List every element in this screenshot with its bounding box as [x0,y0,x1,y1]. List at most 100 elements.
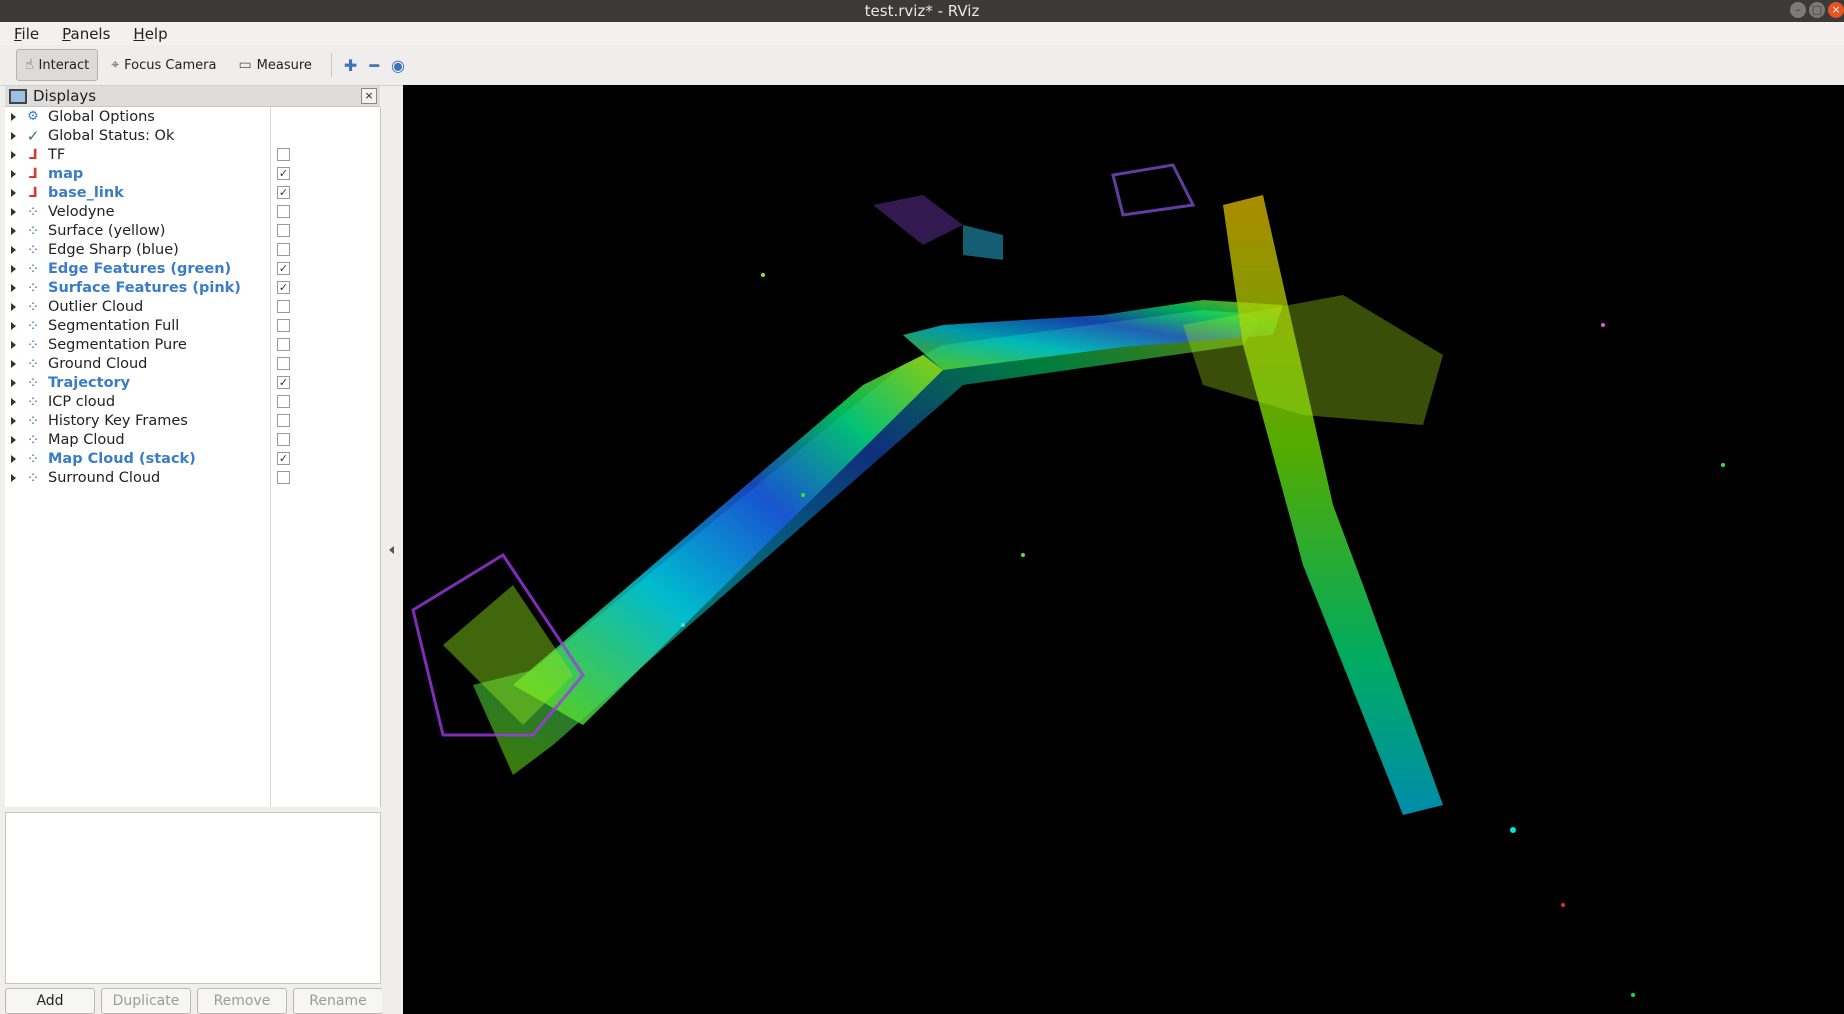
display-item[interactable]: ⁘ Trajectory ✓ [5,373,380,392]
expand-arrow-icon[interactable] [11,378,16,387]
expand-arrow-icon[interactable] [11,302,16,311]
monitor-icon [9,88,27,104]
maximize-icon[interactable]: □ [1809,2,1825,18]
expand-arrow-icon[interactable] [11,416,16,425]
hand-icon: ☝ [25,57,34,73]
display-item[interactable]: ⅃ map ✓ [5,164,380,183]
enable-checkbox[interactable]: ✓ [277,262,290,275]
enable-checkbox[interactable] [277,471,290,484]
point-cloud-render [411,163,1725,997]
collapse-arrow-icon[interactable] [389,546,394,554]
display-item[interactable]: ✓ Global Status: Ok [5,126,380,145]
enable-checkbox[interactable] [277,414,290,427]
display-item[interactable]: ⁘ Edge Features (green) ✓ [5,259,380,278]
display-item[interactable]: ⁘ Edge Sharp (blue) [5,240,380,259]
add-tool-icon[interactable]: ✚ [338,56,363,75]
enable-checkbox[interactable]: ✓ [277,452,290,465]
displays-tree: ⚙ Global Options ✓ Global Status: Ok ⅃ TF ⅃ map… [5,107,381,807]
display-item[interactable]: ⁘ Map Cloud (stack) ✓ [5,449,380,468]
expand-arrow-icon[interactable] [11,283,16,292]
remove-button[interactable]: Remove [197,988,287,1014]
duplicate-button[interactable]: Duplicate [101,988,191,1014]
focus-camera-tool-button[interactable]: ⌖ Focus Camera [102,49,225,81]
display-item[interactable]: ⚙ Global Options [5,107,380,126]
display-item[interactable]: ⁘ History Key Frames [5,411,380,430]
pointcloud-icon: ⁘ [26,316,40,335]
display-item-label: Surface (yellow) [48,222,166,239]
display-item-label: map [48,165,84,182]
menu-panels[interactable]: Panels [48,25,119,43]
3d-viewport[interactable] [403,85,1844,1014]
close-icon[interactable]: × [1828,2,1844,18]
crosshair-icon: ⌖ [111,57,120,73]
enable-checkbox[interactable] [277,357,290,370]
panel-splitter[interactable] [382,86,402,1014]
add-button[interactable]: Add [5,988,95,1014]
enable-checkbox[interactable] [277,319,290,332]
menu-file[interactable]: File [0,25,48,43]
axes-icon: ⅃ [28,165,38,182]
enable-checkbox[interactable] [277,433,290,446]
expand-arrow-icon[interactable] [11,112,16,121]
expand-arrow-icon[interactable] [11,131,16,140]
minimize-icon[interactable]: – [1790,2,1806,18]
expand-arrow-icon[interactable] [11,473,16,482]
expand-arrow-icon[interactable] [11,397,16,406]
view-icon[interactable]: ◉ [385,56,411,75]
display-item[interactable]: ⁘ Velodyne [5,202,380,221]
measure-tool-button[interactable]: ▭ Measure [229,49,320,81]
enable-checkbox[interactable]: ✓ [277,167,290,180]
display-item[interactable]: ⁘ Outlier Cloud [5,297,380,316]
pointcloud-icon: ⁘ [26,202,40,221]
display-item[interactable]: ⁘ ICP cloud [5,392,380,411]
pointcloud-icon: ⁘ [26,221,40,240]
display-item[interactable]: ⁘ Surface (yellow) [5,221,380,240]
expand-arrow-icon[interactable] [11,188,16,197]
display-item[interactable]: ⁘ Map Cloud [5,430,380,449]
expand-arrow-icon[interactable] [11,321,16,330]
expand-arrow-icon[interactable] [11,169,16,178]
display-item[interactable]: ⁘ Segmentation Pure [5,335,380,354]
expand-arrow-icon[interactable] [11,264,16,273]
display-item-label: Global Status: Ok [48,127,175,144]
pointcloud-icon: ⁘ [26,411,40,430]
display-item-label: Global Options [48,108,155,125]
axes-icon: ⅃ [28,146,38,163]
display-item[interactable]: ⅃ TF [5,145,380,164]
enable-checkbox[interactable] [277,224,290,237]
expand-arrow-icon[interactable] [11,150,16,159]
display-item-label: Map Cloud (stack) [48,450,196,467]
enable-checkbox[interactable] [277,338,290,351]
expand-arrow-icon[interactable] [11,435,16,444]
gear-icon: ⚙ [27,109,39,124]
enable-checkbox[interactable]: ✓ [277,376,290,389]
display-item-label: Ground Cloud [48,355,148,372]
enable-checkbox[interactable] [277,395,290,408]
enable-checkbox[interactable] [277,148,290,161]
menu-help[interactable]: Help [119,25,176,43]
expand-arrow-icon[interactable] [11,340,16,349]
enable-checkbox[interactable]: ✓ [277,186,290,199]
display-item[interactable]: ⁘ Segmentation Full [5,316,380,335]
display-item-label: Segmentation Full [48,317,180,334]
panel-close-icon[interactable]: × [361,88,377,104]
expand-arrow-icon[interactable] [11,359,16,368]
expand-arrow-icon[interactable] [11,245,16,254]
display-item[interactable]: ⁘ Ground Cloud [5,354,380,373]
enable-checkbox[interactable] [277,205,290,218]
enable-checkbox[interactable] [277,300,290,313]
remove-tool-icon[interactable]: ━ [363,56,385,75]
expand-arrow-icon[interactable] [11,454,16,463]
enable-checkbox[interactable]: ✓ [277,281,290,294]
expand-arrow-icon[interactable] [11,226,16,235]
display-item[interactable]: ⁘ Surround Cloud [5,468,380,487]
display-item-label: base_link [48,184,124,201]
interact-tool-button[interactable]: ☝ Interact [16,49,99,81]
display-item[interactable]: ⅃ base_link ✓ [5,183,380,202]
expand-arrow-icon[interactable] [11,207,16,216]
toolbar-separator [330,53,332,77]
display-item[interactable]: ⁘ Surface Features (pink) ✓ [5,278,380,297]
pointcloud-icon: ⁘ [26,297,40,316]
rename-button[interactable]: Rename [293,988,383,1014]
enable-checkbox[interactable] [277,243,290,256]
